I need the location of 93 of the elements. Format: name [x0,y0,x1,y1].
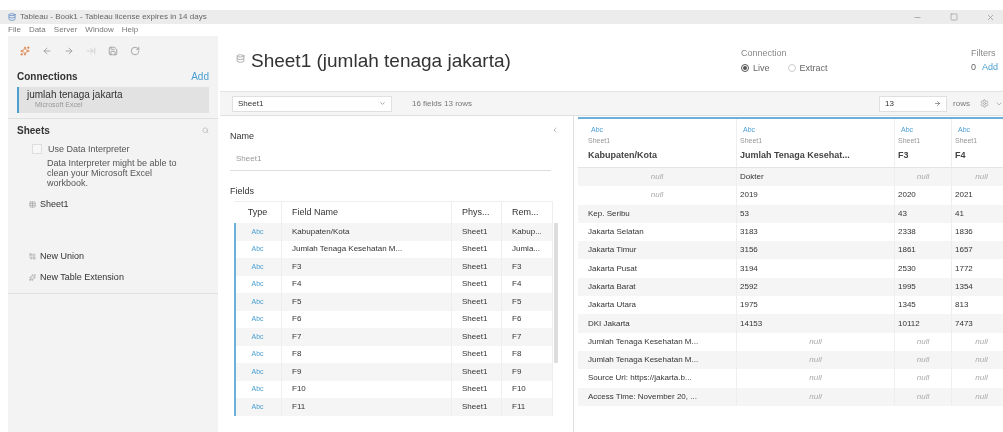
table-cell: 7473 [952,314,1003,333]
table-cell: 3194 [737,259,895,278]
sidebar-action[interactable]: New Table Extension [40,271,124,285]
datasource-title: Sheet1 (jumlah tenaga jakarta) [251,49,511,73]
table-cell: null [895,387,952,406]
table-cell: DKI Jakarta [578,314,737,333]
connection-label: Connection [741,47,788,60]
menu-item[interactable]: File [8,24,21,36]
table-cell: Sheet1 [452,223,502,241]
sheet-item[interactable]: Sheet1 [40,198,69,212]
table-cell: 14153 [737,314,895,333]
close-icon[interactable] [986,12,995,22]
table-cell: null [952,369,1003,388]
window-title: Tableau - Book1 - Tableau license expires in 14 days [20,11,207,23]
forward-icon[interactable] [64,46,74,56]
save-icon[interactable] [108,46,118,56]
table-cell: null [737,332,895,351]
column-name: Kabupaten/Kota [588,149,658,162]
table-cell: Sheet1 [452,258,502,276]
table-cell: null [578,186,737,205]
table-cell: Access Time: November 20, ... [578,387,737,406]
table-cell: Sheet1 [452,398,502,416]
table-cell: null [895,369,952,388]
fields-label: Fields [230,184,255,198]
table-cell: 2019 [737,186,895,205]
search-icon[interactable] [202,126,209,134]
union-icon [29,252,36,260]
filters-count: 0 [971,60,976,74]
sheets-heading: Sheets [17,123,50,138]
interpreter-label: Use Data Interpreter [48,142,130,156]
fields-summary: 16 fields 13 rows [412,97,473,110]
table-cell: Kabupaten/Kota [282,223,452,241]
radio-label: Extract [799,61,828,75]
table-cell: 41 [952,204,1003,223]
table-cell: 53 [737,204,895,223]
table-cell: F3 [502,258,553,276]
table-cell: Sheet1 [452,293,502,311]
table-cell: Kabup... [502,223,553,241]
table-cell: Sheet1 [452,328,502,346]
collapse-icon[interactable] [551,126,559,134]
table-cell: null [895,332,952,351]
table-cell: F5 [502,293,553,311]
table-cell: F11 [502,398,553,416]
rows-input[interactable]: 13 [879,95,948,112]
connection-name: jumlah tenaga jakarta [27,89,124,100]
restore-icon[interactable] [950,13,958,21]
extension-icon [29,274,36,282]
table-cell: F9 [502,363,553,381]
column-name: Jumlah Tenaga Kesehat... [740,149,851,162]
settings-icon[interactable] [980,99,989,108]
redo-icon[interactable] [86,46,96,56]
radio-label: Live [753,61,770,75]
table-cell: Source Url: https://jakarta.b... [578,369,737,388]
menu-item[interactable]: Help [121,24,139,36]
dropdown-caret-icon [379,100,386,107]
table-cell: 10112 [895,314,952,333]
table-cell: Jakarta Pusat [578,259,737,278]
table-cell: null [737,387,895,406]
refresh-icon[interactable] [130,46,140,56]
table-icon [29,201,36,209]
interpreter-checkbox[interactable] [32,144,42,155]
table-cell: null [737,369,895,388]
connections-heading: Connections [17,70,78,84]
rows-label: rows [953,97,970,110]
table-cell: 2530 [895,259,952,278]
table-cell: F9 [282,363,452,381]
table-cell: F3 [282,258,452,276]
back-icon[interactable] [42,46,52,56]
table-cell: Kep. Seribu [578,204,737,223]
table-cell: null [952,387,1003,406]
table-cell: F7 [502,328,553,346]
menu-item[interactable]: Server [53,24,78,36]
column-name: F4 [955,149,967,162]
table-cell: F5 [282,293,452,311]
menu-item[interactable]: Data [28,24,46,36]
name-label: Name [230,130,255,143]
column-name: F3 [898,149,910,162]
table-dropdown[interactable]: Sheet1 [232,95,392,112]
sidebar-action[interactable]: New Union [40,249,85,263]
table-cell: 2021 [952,186,1003,205]
menu-item[interactable]: Window [85,24,114,36]
table-cell: 43 [895,204,952,223]
table-cell: 2020 [895,186,952,205]
table-cell: null [952,332,1003,351]
table-cell: F11 [282,398,452,416]
table-cell: F7 [282,328,452,346]
datasource-icon [236,54,245,63]
table-cell: 1772 [952,259,1003,278]
table-cell: Jumlah Tenaga Kesehatan M... [578,332,737,351]
app-icon [8,13,16,21]
apply-icon [934,100,942,107]
interpreter-hint: Data Interpreter might be able to clean your Microsoft Excel workbook. [46,158,178,188]
table-cell: Sheet1 [452,363,502,381]
